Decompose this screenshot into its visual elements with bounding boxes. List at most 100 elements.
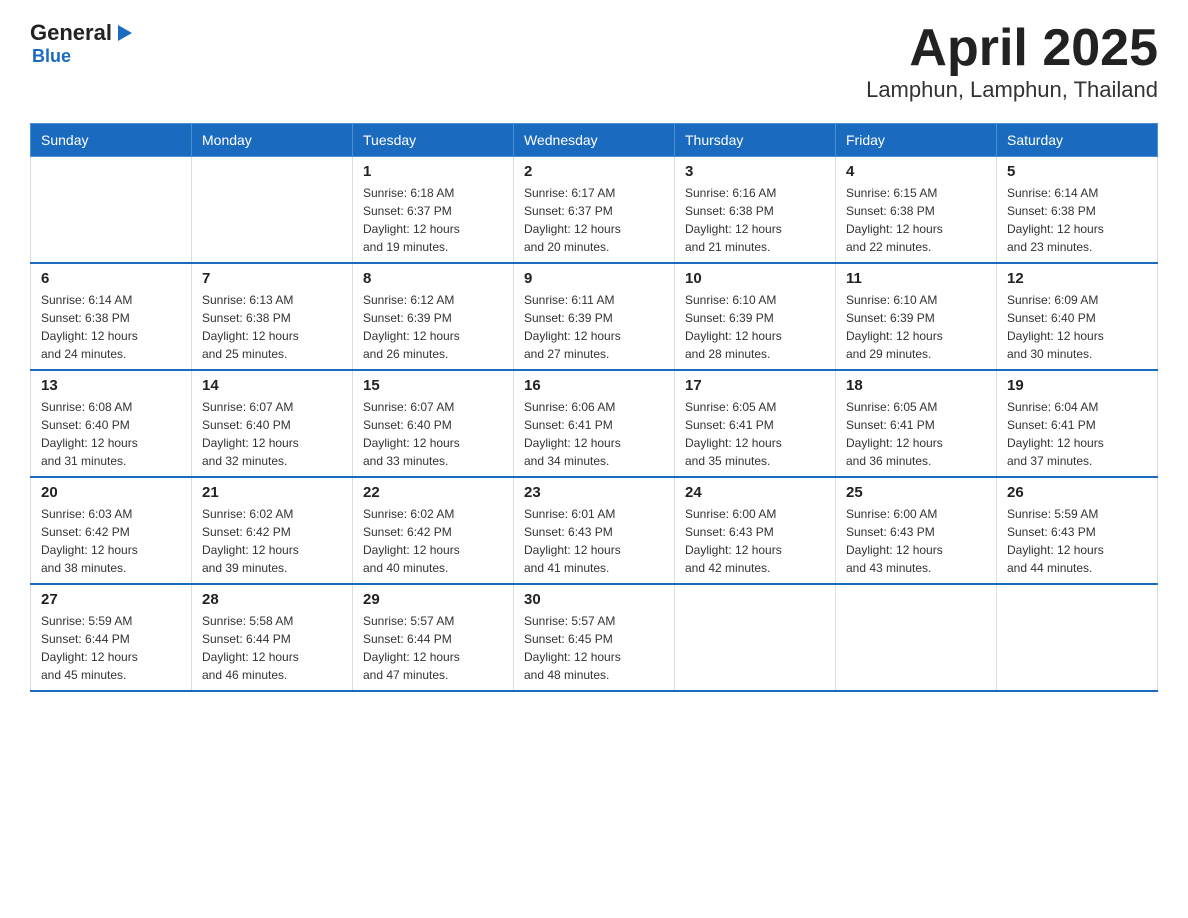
day-number: 3	[685, 163, 825, 180]
day-info: Sunrise: 6:07 AMSunset: 6:40 PMDaylight:…	[363, 398, 503, 470]
day-cell	[31, 157, 192, 264]
day-info: Sunrise: 6:11 AMSunset: 6:39 PMDaylight:…	[524, 291, 664, 363]
day-info: Sunrise: 6:12 AMSunset: 6:39 PMDaylight:…	[363, 291, 503, 363]
week-row-3: 13 Sunrise: 6:08 AMSunset: 6:40 PMDayligh…	[31, 370, 1158, 477]
week-row-4: 20Sunrise: 6:03 AMSunset: 6:42 PMDayligh…	[31, 477, 1158, 584]
day-cell: 15Sunrise: 6:07 AMSunset: 6:40 PMDayligh…	[353, 370, 514, 477]
day-cell: 27 Sunrise: 5:59 AMSunset: 6:44 PMDayligh…	[31, 584, 192, 691]
day-cell: 25 Sunrise: 6:00 AMSunset: 6:43 PMDayligh…	[836, 477, 997, 584]
day-info: Sunrise: 6:02 AMSunset: 6:42 PMDaylight:…	[363, 505, 503, 577]
calendar-table: SundayMondayTuesdayWednesdayThursdayFrid…	[30, 123, 1158, 692]
day-info: Sunrise: 6:00 AMSunset: 6:43 PMDaylight:…	[846, 505, 986, 577]
day-info: Sunrise: 5:58 AMSunset: 6:44 PMDaylight:…	[202, 612, 342, 684]
logo-arrow-icon	[114, 22, 136, 44]
day-info: Sunrise: 6:18 AMSunset: 6:37 PMDaylight:…	[363, 184, 503, 256]
logo: General Blue	[30, 20, 136, 67]
day-info: Sunrise: 6:14 AMSunset: 6:38 PMDaylight:…	[1007, 184, 1147, 256]
day-number: 25	[846, 484, 986, 501]
day-number: 26	[1007, 484, 1147, 501]
week-row-2: 6 Sunrise: 6:14 AMSunset: 6:38 PMDaylight…	[31, 263, 1158, 370]
day-number: 29	[363, 591, 503, 608]
day-info: Sunrise: 6:06 AMSunset: 6:41 PMDaylight:…	[524, 398, 664, 470]
day-info: Sunrise: 6:07 AMSunset: 6:40 PMDaylight:…	[202, 398, 342, 470]
day-number: 30	[524, 591, 664, 608]
day-cell: 16 Sunrise: 6:06 AMSunset: 6:41 PMDayligh…	[514, 370, 675, 477]
day-info: Sunrise: 6:05 AMSunset: 6:41 PMDaylight:…	[685, 398, 825, 470]
day-cell: 13 Sunrise: 6:08 AMSunset: 6:40 PMDayligh…	[31, 370, 192, 477]
day-number: 11	[846, 270, 986, 287]
day-cell	[836, 584, 997, 691]
day-cell	[675, 584, 836, 691]
day-cell: 11Sunrise: 6:10 AMSunset: 6:39 PMDayligh…	[836, 263, 997, 370]
day-cell: 10 Sunrise: 6:10 AMSunset: 6:39 PMDayligh…	[675, 263, 836, 370]
day-info: Sunrise: 6:08 AMSunset: 6:40 PMDaylight:…	[41, 398, 181, 470]
day-number: 10	[685, 270, 825, 287]
day-cell: 23 Sunrise: 6:01 AMSunset: 6:43 PMDayligh…	[514, 477, 675, 584]
day-number: 7	[202, 270, 342, 287]
day-cell: 3 Sunrise: 6:16 AMSunset: 6:38 PMDaylight…	[675, 157, 836, 264]
logo-blue-text: Blue	[32, 46, 71, 67]
day-cell: 12 Sunrise: 6:09 AMSunset: 6:40 PMDayligh…	[997, 263, 1158, 370]
day-info: Sunrise: 6:13 AMSunset: 6:38 PMDaylight:…	[202, 291, 342, 363]
day-number: 8	[363, 270, 503, 287]
day-info: Sunrise: 6:10 AMSunset: 6:39 PMDaylight:…	[685, 291, 825, 363]
day-cell: 4 Sunrise: 6:15 AMSunset: 6:38 PMDaylight…	[836, 157, 997, 264]
day-cell: 18Sunrise: 6:05 AMSunset: 6:41 PMDayligh…	[836, 370, 997, 477]
day-info: Sunrise: 6:01 AMSunset: 6:43 PMDaylight:…	[524, 505, 664, 577]
day-info: Sunrise: 5:57 AMSunset: 6:44 PMDaylight:…	[363, 612, 503, 684]
day-number: 12	[1007, 270, 1147, 287]
day-number: 13	[41, 377, 181, 394]
day-number: 19	[1007, 377, 1147, 394]
day-info: Sunrise: 6:09 AMSunset: 6:40 PMDaylight:…	[1007, 291, 1147, 363]
header-cell-tuesday: Tuesday	[353, 124, 514, 157]
day-number: 4	[846, 163, 986, 180]
day-number: 21	[202, 484, 342, 501]
day-number: 17	[685, 377, 825, 394]
day-info: Sunrise: 6:16 AMSunset: 6:38 PMDaylight:…	[685, 184, 825, 256]
day-cell: 17 Sunrise: 6:05 AMSunset: 6:41 PMDayligh…	[675, 370, 836, 477]
title-block: April 2025 Lamphun, Lamphun, Thailand	[866, 20, 1158, 103]
day-cell: 20Sunrise: 6:03 AMSunset: 6:42 PMDayligh…	[31, 477, 192, 584]
day-number: 22	[363, 484, 503, 501]
day-cell	[997, 584, 1158, 691]
logo-general-text: General	[30, 20, 112, 46]
day-cell: 30Sunrise: 5:57 AMSunset: 6:45 PMDayligh…	[514, 584, 675, 691]
day-number: 6	[41, 270, 181, 287]
header-cell-friday: Friday	[836, 124, 997, 157]
day-info: Sunrise: 6:15 AMSunset: 6:38 PMDaylight:…	[846, 184, 986, 256]
day-info: Sunrise: 5:59 AMSunset: 6:43 PMDaylight:…	[1007, 505, 1147, 577]
day-number: 1	[363, 163, 503, 180]
day-info: Sunrise: 5:59 AMSunset: 6:44 PMDaylight:…	[41, 612, 181, 684]
day-info: Sunrise: 6:14 AMSunset: 6:38 PMDaylight:…	[41, 291, 181, 363]
day-cell: 2 Sunrise: 6:17 AMSunset: 6:37 PMDaylight…	[514, 157, 675, 264]
day-number: 24	[685, 484, 825, 501]
day-number: 2	[524, 163, 664, 180]
day-cell: 19 Sunrise: 6:04 AMSunset: 6:41 PMDayligh…	[997, 370, 1158, 477]
day-cell: 5 Sunrise: 6:14 AMSunset: 6:38 PMDaylight…	[997, 157, 1158, 264]
day-cell: 14Sunrise: 6:07 AMSunset: 6:40 PMDayligh…	[192, 370, 353, 477]
day-cell: 8 Sunrise: 6:12 AMSunset: 6:39 PMDaylight…	[353, 263, 514, 370]
header-cell-thursday: Thursday	[675, 124, 836, 157]
day-cell	[192, 157, 353, 264]
day-info: Sunrise: 6:17 AMSunset: 6:37 PMDaylight:…	[524, 184, 664, 256]
header-cell-monday: Monday	[192, 124, 353, 157]
page-title: April 2025	[866, 20, 1158, 77]
day-cell: 22 Sunrise: 6:02 AMSunset: 6:42 PMDayligh…	[353, 477, 514, 584]
day-number: 5	[1007, 163, 1147, 180]
day-info: Sunrise: 6:00 AMSunset: 6:43 PMDaylight:…	[685, 505, 825, 577]
day-cell: 6 Sunrise: 6:14 AMSunset: 6:38 PMDaylight…	[31, 263, 192, 370]
day-number: 28	[202, 591, 342, 608]
day-info: Sunrise: 6:03 AMSunset: 6:42 PMDaylight:…	[41, 505, 181, 577]
day-cell: 21 Sunrise: 6:02 AMSunset: 6:42 PMDayligh…	[192, 477, 353, 584]
day-info: Sunrise: 6:04 AMSunset: 6:41 PMDaylight:…	[1007, 398, 1147, 470]
day-number: 16	[524, 377, 664, 394]
day-cell: 7 Sunrise: 6:13 AMSunset: 6:38 PMDaylight…	[192, 263, 353, 370]
day-info: Sunrise: 6:05 AMSunset: 6:41 PMDaylight:…	[846, 398, 986, 470]
day-number: 27	[41, 591, 181, 608]
header-cell-saturday: Saturday	[997, 124, 1158, 157]
day-info: Sunrise: 6:02 AMSunset: 6:42 PMDaylight:…	[202, 505, 342, 577]
page-header: General Blue April 2025 Lamphun, Lamphun…	[30, 20, 1158, 103]
day-number: 23	[524, 484, 664, 501]
day-cell: 9Sunrise: 6:11 AMSunset: 6:39 PMDaylight…	[514, 263, 675, 370]
page-subtitle: Lamphun, Lamphun, Thailand	[866, 77, 1158, 103]
